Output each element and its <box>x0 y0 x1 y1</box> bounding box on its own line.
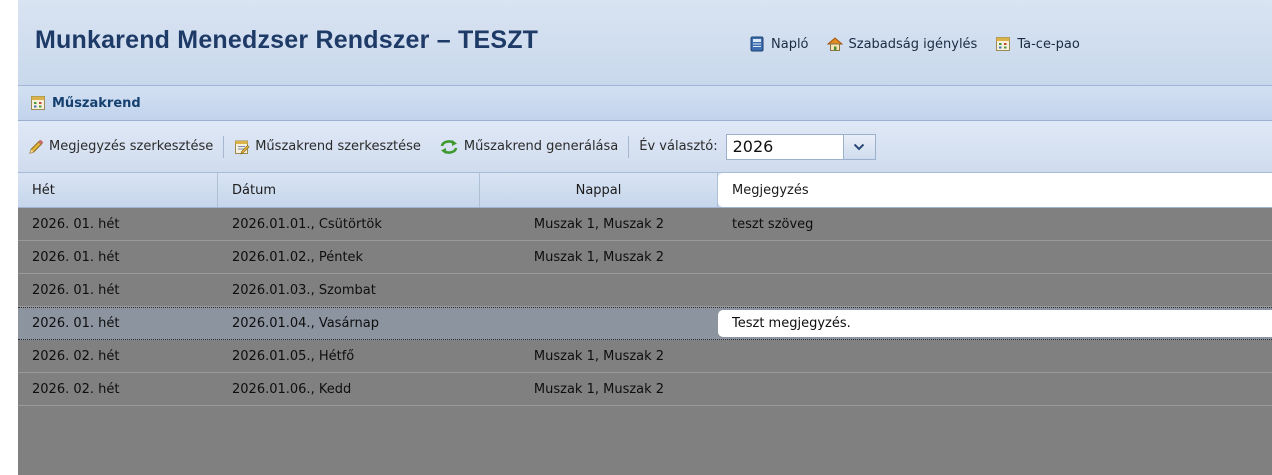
table-row[interactable]: 2026. 02. hét 2026.01.06., Kedd Muszak 1… <box>18 373 1272 406</box>
cell-megjegyzes[interactable] <box>718 241 1272 273</box>
edit-note-label: Megjegyzés szerkesztése <box>49 139 214 154</box>
app-title: Munkarend Menedzser Rendszer – TESZT <box>35 26 539 54</box>
cell-datum: 2026.01.04., Vasárnap <box>232 316 379 331</box>
table-row[interactable]: 2026. 01. hét 2026.01.03., Szombat <box>18 274 1272 307</box>
cell-megjegyzes[interactable] <box>718 373 1272 405</box>
app-window: Munkarend Menedzser Rendszer – TESZT Nap… <box>18 0 1272 475</box>
nav-item-ta-ce-pao[interactable]: Ta-ce-pao <box>995 36 1080 52</box>
app-header: Munkarend Menedzser Rendszer – TESZT Nap… <box>18 0 1272 85</box>
top-nav: Napló Szabadság igénylés Ta-ce-pao <box>749 30 1098 58</box>
cell-datum: 2026.01.06., Kedd <box>232 381 352 397</box>
cell-het: 2026. 02. hét <box>32 348 120 364</box>
year-selector-label: Év választó: <box>639 139 718 154</box>
pencil-icon <box>28 139 44 155</box>
generate-shift-button[interactable]: Műszakrend generálása <box>439 139 618 155</box>
cell-megjegyzes[interactable]: teszt szöveg <box>718 208 1272 240</box>
cell-het: 2026. 02. hét <box>32 381 120 397</box>
calendar-icon <box>30 95 46 111</box>
chevron-down-icon[interactable] <box>842 134 875 159</box>
nav-item-label: Napló <box>771 36 809 52</box>
toolbar-separator <box>628 135 630 158</box>
grid-header: Hét Dátum Nappal Megjegyzés <box>18 173 1272 208</box>
column-header-megjegyzes[interactable]: Megjegyzés <box>718 173 1272 207</box>
cell-nappal: Muszak 1, Muszak 2 <box>533 249 665 265</box>
table-row[interactable]: 2026. 01. hét 2026.01.01., Csütörtök Mus… <box>18 208 1272 241</box>
panel-title: Műszakrend <box>52 95 141 111</box>
cell-megjegyzes[interactable]: Teszt megjegyzés. <box>718 310 1272 337</box>
cell-datum: 2026.01.01., Csütörtök <box>232 216 382 232</box>
house-icon <box>826 36 843 52</box>
refresh-icon <box>439 139 459 155</box>
calendar-icon <box>995 36 1011 52</box>
cell-nappal <box>480 274 718 306</box>
cell-het: 2026. 01. hét <box>32 249 120 265</box>
toolbar-separator <box>223 135 225 158</box>
column-header-het[interactable]: Hét <box>18 173 218 207</box>
column-header-datum[interactable]: Dátum <box>218 173 480 207</box>
edit-calendar-icon <box>234 139 250 155</box>
nav-item-label: Szabadság igénylés <box>848 36 978 52</box>
panel-header: Műszakrend <box>18 85 1272 121</box>
cell-megjegyzes[interactable] <box>718 274 1272 306</box>
cell-nappal: Muszak 1, Muszak 2 <box>533 216 665 232</box>
table-row[interactable]: 2026. 01. hét 2026.01.02., Péntek Muszak… <box>18 241 1272 274</box>
cell-datum: 2026.01.02., Péntek <box>232 249 364 265</box>
cell-nappal <box>480 308 718 339</box>
year-select[interactable]: 2026 <box>725 133 876 160</box>
cell-nappal: Muszak 1, Muszak 2 <box>533 381 665 397</box>
edit-note-button[interactable]: Megjegyzés szerkesztése <box>28 139 213 155</box>
cell-het: 2026. 01. hét <box>32 216 120 232</box>
year-select-value: 2026 <box>732 137 774 156</box>
generate-shift-label: Műszakrend generálása <box>463 139 619 154</box>
shift-grid: Hét Dátum Nappal Megjegyzés 2026. 01. hé… <box>18 173 1272 406</box>
edit-shift-label: Műszakrend szerkesztése <box>255 139 421 154</box>
nav-item-szabadsag[interactable]: Szabadság igénylés <box>826 36 978 52</box>
nav-item-naplo[interactable]: Napló <box>749 36 809 52</box>
table-row[interactable]: 2026. 02. hét 2026.01.05., Hétfő Muszak … <box>18 340 1272 373</box>
cell-nappal: Muszak 1, Muszak 2 <box>533 348 665 364</box>
notebook-icon <box>749 36 765 52</box>
cell-het: 2026. 01. hét <box>32 282 120 298</box>
toolbar: Megjegyzés szerkesztése Műszakrend szerk… <box>18 121 1272 173</box>
nav-item-label: Ta-ce-pao <box>1017 36 1080 52</box>
cell-datum: 2026.01.05., Hétfő <box>232 348 355 364</box>
table-row-selected[interactable]: 2026. 01. hét 2026.01.04., Vasárnap Tesz… <box>18 307 1272 340</box>
edit-shift-button[interactable]: Műszakrend szerkesztése <box>234 139 421 155</box>
cell-datum: 2026.01.03., Szombat <box>232 282 376 298</box>
cell-megjegyzes[interactable] <box>718 340 1272 372</box>
cell-het: 2026. 01. hét <box>32 316 120 331</box>
column-header-nappal[interactable]: Nappal <box>480 173 718 207</box>
